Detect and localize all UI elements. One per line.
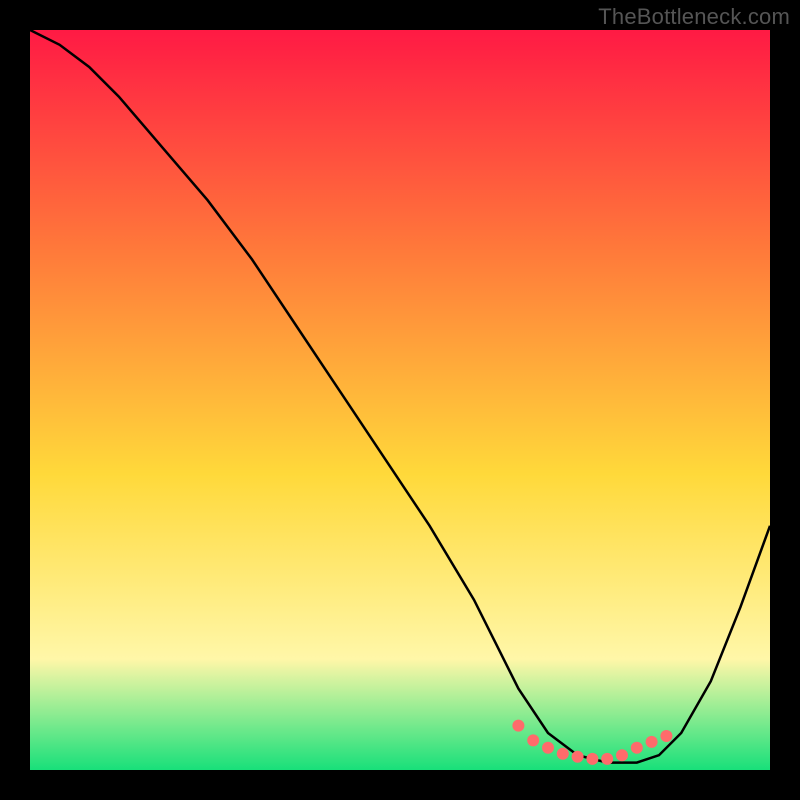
marker-dot [660,730,672,742]
plot-area [30,30,770,770]
watermark-text: TheBottleneck.com [598,4,790,30]
marker-dot [572,751,584,763]
marker-dot [646,736,658,748]
marker-dot [527,734,539,746]
marker-dot [512,720,524,732]
chart-svg [30,30,770,770]
marker-dot [631,742,643,754]
marker-dot [542,742,554,754]
marker-dot [616,749,628,761]
gradient-background [30,30,770,770]
marker-dot [601,753,613,765]
chart-frame: TheBottleneck.com [0,0,800,800]
marker-dot [586,753,598,765]
marker-dot [557,748,569,760]
